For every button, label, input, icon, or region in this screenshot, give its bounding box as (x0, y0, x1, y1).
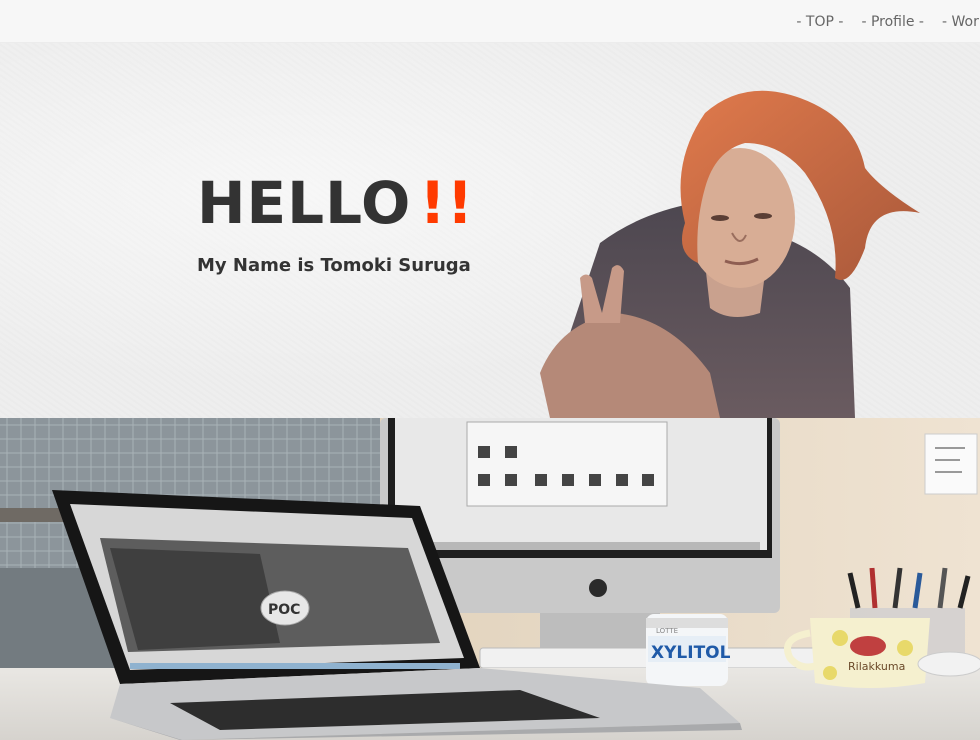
portrait-image (540, 90, 920, 418)
mug-text: Rilakkuma (848, 660, 905, 673)
hello-text: HELLO (197, 169, 412, 237)
nav-link-profile[interactable]: - Profile - (861, 14, 924, 30)
desk-photo-image: Rilakkuma LOTTE XYLITOL POC (0, 418, 980, 740)
gum-brand: XYLITOL (651, 643, 731, 663)
gum-maker: LOTTE (656, 627, 678, 635)
hero-subtitle: My Name is Tomoki Suruga (197, 255, 471, 276)
nav-link-works[interactable]: - Works - (942, 14, 980, 30)
exclamation-marks: !! (419, 169, 475, 237)
main-nav: - TOP - - Profile - - Works - (796, 0, 980, 43)
nav-link-works-clipped: - Works - (942, 14, 980, 30)
desk-photo: Rilakkuma LOTTE XYLITOL POC (0, 418, 980, 740)
laptop-screen-text: POC (268, 602, 300, 618)
nav-link-top[interactable]: - TOP - (796, 14, 843, 30)
hero-section: HELLO!! My Name is Tomoki Suruga (0, 43, 980, 418)
hero-greeting: HELLO!! (197, 174, 474, 232)
top-navigation-bar: - TOP - - Profile - - Works - (0, 0, 980, 43)
